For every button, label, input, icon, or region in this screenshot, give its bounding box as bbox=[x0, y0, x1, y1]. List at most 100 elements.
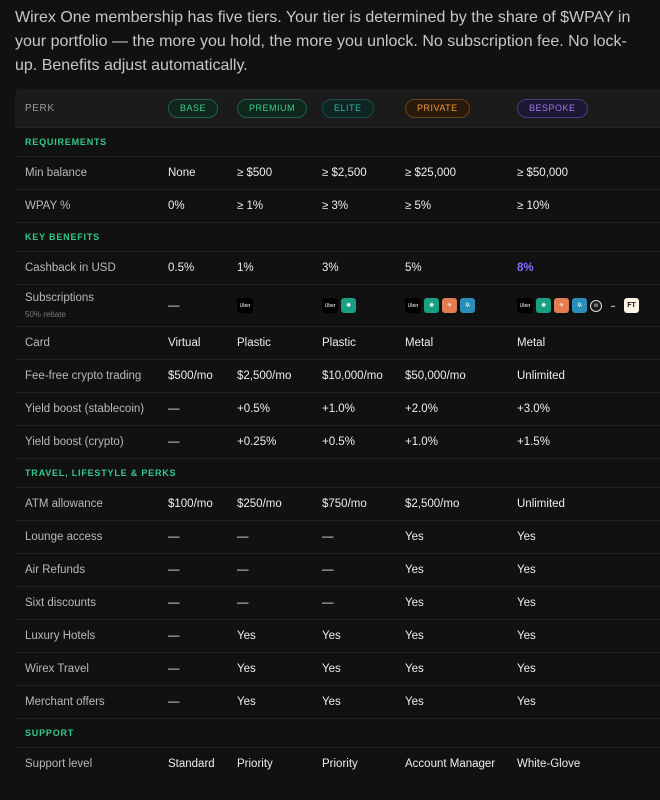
cell-bespoke: Yes bbox=[517, 597, 536, 609]
cell-bespoke: +1.5% bbox=[517, 436, 550, 448]
cell-base: Virtual bbox=[168, 337, 201, 349]
section-key-benefits: KEY BENEFITS bbox=[15, 222, 660, 251]
section-title: TRAVEL, LIFESTYLE & PERKS bbox=[25, 468, 177, 478]
cell-bespoke: Yes bbox=[517, 663, 536, 675]
cell-premium: 1% bbox=[237, 262, 254, 274]
cell-premium: +0.5% bbox=[237, 403, 270, 415]
row-label: ATM allowance bbox=[25, 498, 103, 510]
row-label: Yield boost (stablecoin) bbox=[25, 403, 145, 415]
cell-base: — bbox=[168, 630, 180, 642]
cell-elite: ≥ $2,500 bbox=[322, 167, 367, 179]
cell-private: Yes bbox=[405, 696, 424, 708]
perk-column-header: PERK bbox=[25, 102, 55, 114]
tier-badge-private: PRIVATE bbox=[405, 98, 470, 118]
ft-logo-icon: FT bbox=[624, 298, 639, 313]
row-label: Merchant offers bbox=[25, 696, 105, 708]
cell-elite: — bbox=[322, 564, 334, 576]
cell-bespoke: White-Glove bbox=[517, 758, 581, 770]
perplexity-logo-icon: ✲ bbox=[460, 298, 475, 313]
cell-elite: 3% bbox=[322, 262, 339, 274]
chatgpt-logo-icon: ✺ bbox=[424, 298, 439, 313]
tier-badge-base: BASE bbox=[168, 98, 219, 118]
cell-private: Metal bbox=[405, 337, 434, 349]
claude-logo-icon: ✳ bbox=[554, 298, 569, 313]
cell-premium: +0.25% bbox=[237, 436, 277, 448]
row-label: Sixt discounts bbox=[25, 597, 96, 609]
table-row: Sixt discounts — — — Yes Yes bbox=[15, 586, 660, 619]
table-row: Yield boost (crypto) — +0.25% +0.5% +1.0… bbox=[15, 425, 660, 458]
intro-text: Wirex One membership has five tiers. You… bbox=[15, 9, 631, 74]
tier-badge-elite: ELITE bbox=[322, 98, 374, 118]
cell-private: Uber ✺ ✳ ✲ bbox=[405, 285, 475, 326]
row-label-group: Subscriptions 50% rebate bbox=[25, 285, 94, 326]
cell-base: — bbox=[168, 436, 180, 448]
row-label: WPAY % bbox=[25, 200, 71, 212]
cell-bespoke: Yes bbox=[517, 564, 536, 576]
cell-premium: Priority bbox=[237, 758, 273, 770]
cell-premium: — bbox=[237, 531, 249, 543]
table-row: Cashback in USD 0.5% 1% 3% 5% 8% bbox=[15, 251, 660, 284]
cell-base: — bbox=[168, 299, 180, 312]
cell-base: $100/mo bbox=[168, 498, 213, 510]
cell-base: None bbox=[168, 167, 196, 179]
row-label: Yield boost (crypto) bbox=[25, 436, 124, 448]
table-row: WPAY % 0% ≥ 1% ≥ 3% ≥ 5% ≥ 10% bbox=[15, 189, 660, 222]
section-requirements: REQUIREMENTS bbox=[15, 127, 660, 156]
cell-private: $50,000/mo bbox=[405, 370, 466, 382]
cell-elite: Yes bbox=[322, 663, 341, 675]
cell-bespoke: Yes bbox=[517, 630, 536, 642]
cell-base: — bbox=[168, 403, 180, 415]
cell-private: Yes bbox=[405, 597, 424, 609]
row-label: Subscriptions bbox=[25, 292, 95, 304]
tier-badge-premium: PREMIUM bbox=[237, 98, 307, 118]
cell-base: 0% bbox=[168, 200, 185, 212]
cell-bespoke: ≥ $50,000 bbox=[517, 167, 569, 179]
row-label: Card bbox=[25, 337, 50, 349]
cell-bespoke: Metal bbox=[517, 337, 546, 349]
section-travel: TRAVEL, LIFESTYLE & PERKS bbox=[15, 458, 660, 487]
cell-premium: ≥ $500 bbox=[237, 167, 273, 179]
table-row: Min balance None ≥ $500 ≥ $2,500 ≥ $25,0… bbox=[15, 156, 660, 189]
chatgpt-logo-icon: ✺ bbox=[536, 298, 551, 313]
section-title: KEY BENEFITS bbox=[25, 232, 100, 242]
row-label: Air Refunds bbox=[25, 564, 86, 576]
cell-private: ≥ $25,000 bbox=[405, 167, 457, 179]
cell-bespoke: Yes bbox=[517, 696, 536, 708]
cell-private: Account Manager bbox=[405, 758, 496, 770]
cell-private: Yes bbox=[405, 531, 424, 543]
cell-private: Yes bbox=[405, 630, 424, 642]
uber-logo-icon: Uber bbox=[322, 298, 338, 313]
cell-private: $2,500/mo bbox=[405, 498, 460, 510]
row-label: Wirex Travel bbox=[25, 663, 89, 675]
cell-base: — bbox=[168, 696, 180, 708]
cell-elite: Uber ✺ bbox=[322, 285, 356, 326]
chatgpt-logo-icon: ✺ bbox=[341, 298, 356, 313]
uber-logo-icon: Uber bbox=[237, 298, 253, 313]
cell-bespoke: Yes bbox=[517, 531, 536, 543]
table-header: PERK BASE PREMIUM ELITE PRIVATE BESPOKE bbox=[15, 89, 660, 127]
cell-premium: $2,500/mo bbox=[237, 370, 292, 382]
cell-elite: Priority bbox=[322, 758, 358, 770]
section-title: SUPPORT bbox=[25, 728, 75, 738]
section-support: SUPPORT bbox=[15, 718, 660, 747]
cell-base: — bbox=[168, 531, 180, 543]
cell-bespoke: +3.0% bbox=[517, 403, 550, 415]
perplexity-logo-icon: ✲ bbox=[572, 298, 587, 313]
cell-bespoke: Uber ✺ ✳ ✲ w ▬ FT bbox=[517, 285, 639, 326]
tier-comparison-table: PERK BASE PREMIUM ELITE PRIVATE BESPOKE … bbox=[15, 89, 660, 780]
publication-circle-logo-icon: w bbox=[590, 299, 602, 312]
cell-elite: Yes bbox=[322, 630, 341, 642]
row-label: Min balance bbox=[25, 167, 88, 179]
cell-base: $500/mo bbox=[168, 370, 213, 382]
cell-elite: +0.5% bbox=[322, 436, 355, 448]
cell-bespoke: Unlimited bbox=[517, 498, 565, 510]
cell-base: 0.5% bbox=[168, 262, 195, 274]
cell-elite: — bbox=[322, 531, 334, 543]
cell-premium: — bbox=[237, 597, 249, 609]
cell-premium: Plastic bbox=[237, 337, 271, 349]
cell-elite: ≥ 3% bbox=[322, 200, 349, 212]
table-row: Air Refunds — — — Yes Yes bbox=[15, 553, 660, 586]
table-row: Support level Standard Priority Priority… bbox=[15, 747, 660, 780]
cell-elite: Yes bbox=[322, 696, 341, 708]
table-row: Luxury Hotels — Yes Yes Yes Yes bbox=[15, 619, 660, 652]
